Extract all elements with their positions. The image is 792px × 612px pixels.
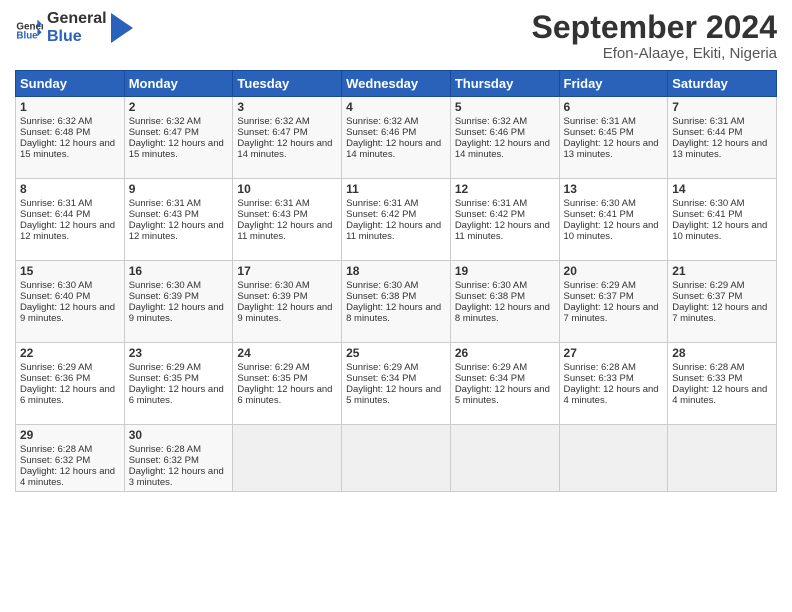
day-cell: 16 Sunrise: 6:30 AMSunset: 6:39 PMDaylig… (124, 261, 233, 343)
day-cell: 27 Sunrise: 6:28 AMSunset: 6:33 PMDaylig… (559, 343, 668, 425)
header: General Blue General Blue September 2024… (15, 10, 777, 62)
day-cell-empty (342, 425, 451, 492)
day-cell: 26 Sunrise: 6:29 AMSunset: 6:34 PMDaylig… (450, 343, 559, 425)
page-container: General Blue General Blue September 2024… (0, 0, 792, 612)
day-cell: 20 Sunrise: 6:29 AMSunset: 6:37 PMDaylig… (559, 261, 668, 343)
logo-arrow-icon (111, 13, 133, 43)
col-wednesday: Wednesday (342, 71, 451, 97)
day-cell: 19 Sunrise: 6:30 AMSunset: 6:38 PMDaylig… (450, 261, 559, 343)
logo: General Blue General Blue (15, 10, 133, 45)
day-cell: 7 Sunrise: 6:31 AMSunset: 6:44 PMDayligh… (668, 97, 777, 179)
day-cell: 5 Sunrise: 6:32 AMSunset: 6:46 PMDayligh… (450, 97, 559, 179)
col-friday: Friday (559, 71, 668, 97)
day-cell: 10 Sunrise: 6:31 AMSunset: 6:43 PMDaylig… (233, 179, 342, 261)
svg-text:Blue: Blue (16, 30, 38, 41)
day-cell: 24 Sunrise: 6:29 AMSunset: 6:35 PMDaylig… (233, 343, 342, 425)
day-cell: 30 Sunrise: 6:28 AMSunset: 6:32 PMDaylig… (124, 425, 233, 492)
month-year-title: September 2024 (532, 10, 777, 45)
calendar-table: Sunday Monday Tuesday Wednesday Thursday… (15, 70, 777, 492)
day-cell: 25 Sunrise: 6:29 AMSunset: 6:34 PMDaylig… (342, 343, 451, 425)
logo-text-general: General (47, 10, 107, 28)
logo-text-blue: Blue (47, 28, 107, 46)
day-cell: 12 Sunrise: 6:31 AMSunset: 6:42 PMDaylig… (450, 179, 559, 261)
day-cell-empty (559, 425, 668, 492)
col-saturday: Saturday (668, 71, 777, 97)
day-cell: 14 Sunrise: 6:30 AMSunset: 6:41 PMDaylig… (668, 179, 777, 261)
day-cell-empty (450, 425, 559, 492)
day-cell: 11 Sunrise: 6:31 AMSunset: 6:42 PMDaylig… (342, 179, 451, 261)
day-cell: 22 Sunrise: 6:29 AMSunset: 6:36 PMDaylig… (16, 343, 125, 425)
table-row: 15 Sunrise: 6:30 AMSunset: 6:40 PMDaylig… (16, 261, 777, 343)
location-subtitle: Efon-Alaaye, Ekiti, Nigeria (532, 45, 777, 62)
day-cell-empty (668, 425, 777, 492)
day-cell: 2 Sunrise: 6:32 AMSunset: 6:47 PMDayligh… (124, 97, 233, 179)
day-cell: 9 Sunrise: 6:31 AMSunset: 6:43 PMDayligh… (124, 179, 233, 261)
col-monday: Monday (124, 71, 233, 97)
day-cell: 29 Sunrise: 6:28 AMSunset: 6:32 PMDaylig… (16, 425, 125, 492)
day-cell: 28 Sunrise: 6:28 AMSunset: 6:33 PMDaylig… (668, 343, 777, 425)
table-row: 1 Sunrise: 6:32 AMSunset: 6:48 PMDayligh… (16, 97, 777, 179)
table-row: 29 Sunrise: 6:28 AMSunset: 6:32 PMDaylig… (16, 425, 777, 492)
day-cell: 15 Sunrise: 6:30 AMSunset: 6:40 PMDaylig… (16, 261, 125, 343)
col-sunday: Sunday (16, 71, 125, 97)
day-cell: 8 Sunrise: 6:31 AMSunset: 6:44 PMDayligh… (16, 179, 125, 261)
day-cell: 17 Sunrise: 6:30 AMSunset: 6:39 PMDaylig… (233, 261, 342, 343)
col-thursday: Thursday (450, 71, 559, 97)
day-cell: 13 Sunrise: 6:30 AMSunset: 6:41 PMDaylig… (559, 179, 668, 261)
col-tuesday: Tuesday (233, 71, 342, 97)
day-cell: 6 Sunrise: 6:31 AMSunset: 6:45 PMDayligh… (559, 97, 668, 179)
title-block: September 2024 Efon-Alaaye, Ekiti, Niger… (532, 10, 777, 62)
day-cell: 23 Sunrise: 6:29 AMSunset: 6:35 PMDaylig… (124, 343, 233, 425)
day-cell: 4 Sunrise: 6:32 AMSunset: 6:46 PMDayligh… (342, 97, 451, 179)
day-cell: 1 Sunrise: 6:32 AMSunset: 6:48 PMDayligh… (16, 97, 125, 179)
table-row: 8 Sunrise: 6:31 AMSunset: 6:44 PMDayligh… (16, 179, 777, 261)
table-row: 22 Sunrise: 6:29 AMSunset: 6:36 PMDaylig… (16, 343, 777, 425)
day-cell: 21 Sunrise: 6:29 AMSunset: 6:37 PMDaylig… (668, 261, 777, 343)
day-cell: 3 Sunrise: 6:32 AMSunset: 6:47 PMDayligh… (233, 97, 342, 179)
logo-icon: General Blue (15, 14, 43, 42)
day-cell: 18 Sunrise: 6:30 AMSunset: 6:38 PMDaylig… (342, 261, 451, 343)
day-cell-empty (233, 425, 342, 492)
